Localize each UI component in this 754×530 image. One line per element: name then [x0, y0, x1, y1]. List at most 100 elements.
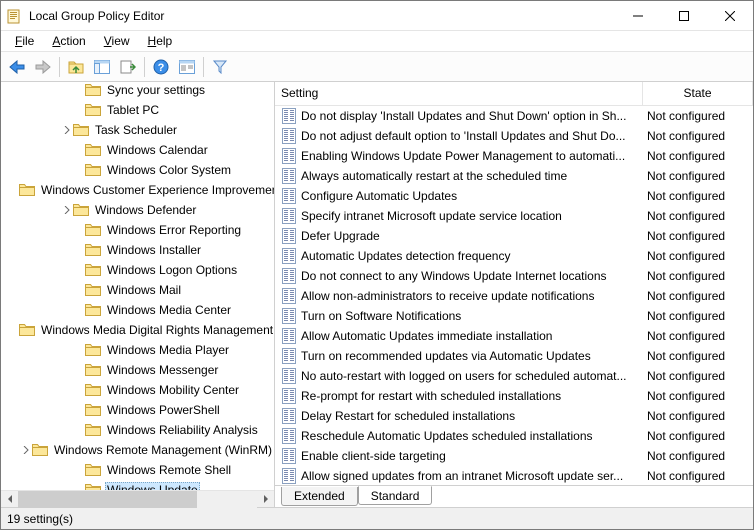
- tree-item[interactable]: Windows Messenger: [1, 360, 274, 380]
- close-button[interactable]: [707, 1, 753, 30]
- list-item[interactable]: Enabling Windows Update Power Management…: [275, 146, 753, 166]
- tree-item-label: Windows Update: [105, 482, 200, 490]
- tree-item-label: Windows PowerShell: [105, 402, 222, 418]
- list-item[interactable]: Re-prompt for restart with scheduled ins…: [275, 386, 753, 406]
- list-item[interactable]: Automatic Updates detection frequencyNot…: [275, 246, 753, 266]
- folder-icon: [85, 463, 101, 477]
- tree-item-label: Windows Media Player: [105, 342, 231, 358]
- folder-icon: [73, 123, 89, 137]
- list-item[interactable]: Reschedule Automatic Updates scheduled i…: [275, 426, 753, 446]
- export-button[interactable]: [116, 55, 140, 79]
- scroll-left-button[interactable]: [1, 491, 18, 508]
- tree-horizontal-scrollbar[interactable]: [1, 490, 274, 507]
- setting-state: Not configured: [643, 189, 753, 203]
- folder-icon: [85, 423, 101, 437]
- menu-action[interactable]: Action: [44, 32, 93, 50]
- toolbar-separator: [59, 57, 60, 77]
- tree-item[interactable]: Windows Update: [1, 480, 274, 490]
- tree-item[interactable]: Windows Color System: [1, 160, 274, 180]
- minimize-button[interactable]: [615, 1, 661, 30]
- tree-item[interactable]: Windows Mobility Center: [1, 380, 274, 400]
- tree-item[interactable]: Windows Remote Management (WinRM): [1, 440, 274, 460]
- list-item[interactable]: Allow Automatic Updates immediate instal…: [275, 326, 753, 346]
- tree-item[interactable]: Windows Logon Options: [1, 260, 274, 280]
- maximize-button[interactable]: [661, 1, 707, 30]
- list-item[interactable]: Always automatically restart at the sche…: [275, 166, 753, 186]
- list-item[interactable]: Enable client-side targetingNot configur…: [275, 446, 753, 466]
- back-button[interactable]: [5, 55, 29, 79]
- setting-state: Not configured: [643, 289, 753, 303]
- policy-icon: [281, 288, 297, 304]
- view-tabs: Extended Standard: [275, 485, 753, 507]
- tree-item[interactable]: Windows Calendar: [1, 140, 274, 160]
- tree-item[interactable]: Tablet PC: [1, 100, 274, 120]
- tree-item[interactable]: Windows PowerShell: [1, 400, 274, 420]
- folder-icon: [85, 163, 101, 177]
- setting-state: Not configured: [643, 349, 753, 363]
- menu-file[interactable]: File: [7, 32, 42, 50]
- svg-text:?: ?: [158, 62, 165, 74]
- tree-item[interactable]: Windows Reliability Analysis: [1, 420, 274, 440]
- tree-item[interactable]: Windows Media Digital Rights Management: [1, 320, 274, 340]
- up-button[interactable]: [64, 55, 88, 79]
- menu-view[interactable]: View: [96, 32, 138, 50]
- help-button[interactable]: ?: [149, 55, 173, 79]
- setting-state: Not configured: [643, 229, 753, 243]
- tree-item[interactable]: Windows Error Reporting: [1, 220, 274, 240]
- list-item[interactable]: Delay Restart for scheduled installation…: [275, 406, 753, 426]
- policy-icon: [281, 368, 297, 384]
- window-title: Local Group Policy Editor: [29, 9, 615, 23]
- menu-help[interactable]: Help: [140, 32, 181, 50]
- properties-button[interactable]: [175, 55, 199, 79]
- scroll-thumb[interactable]: [18, 491, 197, 508]
- filter-button[interactable]: [208, 55, 232, 79]
- folder-icon: [19, 183, 35, 197]
- app-icon: [7, 8, 23, 24]
- policy-icon: [281, 128, 297, 144]
- show-hide-tree-button[interactable]: [90, 55, 114, 79]
- tree-item[interactable]: Windows Customer Experience Improvement …: [1, 180, 274, 200]
- scroll-track[interactable]: [18, 491, 257, 508]
- scroll-right-button[interactable]: [257, 491, 274, 508]
- setting-state: Not configured: [643, 309, 753, 323]
- tree-item[interactable]: Sync your settings: [1, 82, 274, 100]
- tab-standard[interactable]: Standard: [358, 486, 433, 505]
- settings-list[interactable]: Do not display 'Install Updates and Shut…: [275, 106, 753, 485]
- tree-item[interactable]: Task Scheduler: [1, 120, 274, 140]
- list-item[interactable]: Defer UpgradeNot configured: [275, 226, 753, 246]
- tree-item-label: Windows Media Digital Rights Management: [39, 322, 274, 338]
- list-item[interactable]: Do not display 'Install Updates and Shut…: [275, 106, 753, 126]
- policy-icon: [281, 428, 297, 444]
- chevron-right-icon[interactable]: [20, 444, 32, 456]
- list-item[interactable]: Turn on Software NotificationsNot config…: [275, 306, 753, 326]
- list-item[interactable]: Do not connect to any Windows Update Int…: [275, 266, 753, 286]
- tree-item[interactable]: Windows Installer: [1, 240, 274, 260]
- setting-name: Turn on recommended updates via Automati…: [301, 349, 643, 363]
- tree-item[interactable]: Windows Defender: [1, 200, 274, 220]
- list-item[interactable]: Specify intranet Microsoft update servic…: [275, 206, 753, 226]
- tree-item[interactable]: Windows Remote Shell: [1, 460, 274, 480]
- tree-view[interactable]: Sync your settingsTablet PCTask Schedule…: [1, 82, 274, 490]
- chevron-right-icon[interactable]: [61, 204, 73, 216]
- setting-name: Configure Automatic Updates: [301, 189, 643, 203]
- list-item[interactable]: Configure Automatic UpdatesNot configure…: [275, 186, 753, 206]
- tree-item-label: Windows Messenger: [105, 362, 220, 378]
- tree-item[interactable]: Windows Media Player: [1, 340, 274, 360]
- tab-extended[interactable]: Extended: [281, 487, 358, 506]
- list-item[interactable]: Turn on recommended updates via Automati…: [275, 346, 753, 366]
- policy-icon: [281, 248, 297, 264]
- tree-item[interactable]: Windows Media Center: [1, 300, 274, 320]
- folder-icon: [85, 83, 101, 97]
- tree-item[interactable]: Windows Mail: [1, 280, 274, 300]
- list-item[interactable]: Allow non-administrators to receive upda…: [275, 286, 753, 306]
- list-item[interactable]: No auto-restart with logged on users for…: [275, 366, 753, 386]
- column-header-state[interactable]: State: [643, 82, 753, 105]
- policy-icon: [281, 348, 297, 364]
- tree-pane: Sync your settingsTablet PCTask Schedule…: [1, 82, 275, 507]
- forward-button[interactable]: [31, 55, 55, 79]
- list-item[interactable]: Do not adjust default option to 'Install…: [275, 126, 753, 146]
- column-header-setting[interactable]: Setting: [275, 82, 643, 105]
- chevron-right-icon[interactable]: [61, 124, 73, 136]
- tree-item-label: Windows Installer: [105, 242, 203, 258]
- list-item[interactable]: Allow signed updates from an intranet Mi…: [275, 466, 753, 485]
